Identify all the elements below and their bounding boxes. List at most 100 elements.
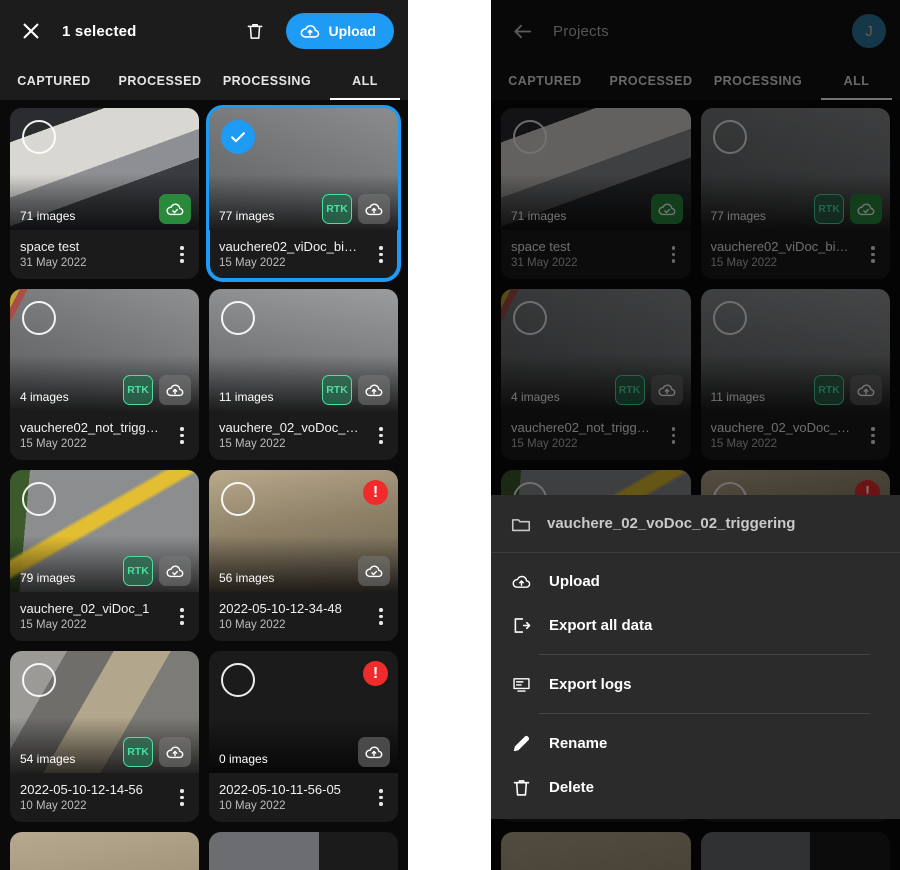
context-menu-separator xyxy=(539,654,870,655)
tab-processed[interactable]: PROCESSED xyxy=(108,62,212,100)
cloud-upload-icon[interactable] xyxy=(650,375,683,405)
selection-checkbox[interactable] xyxy=(221,663,255,697)
project-card[interactable]: ! 0 images 2022-05-10-11-56-05 10 May 2022 xyxy=(209,651,398,822)
overflow-menu-icon[interactable] xyxy=(370,419,392,453)
project-card[interactable]: 77 images RTK vauchere02_viDoc_bik… 15 May … xyxy=(700,108,890,279)
close-icon[interactable] xyxy=(14,14,48,48)
trash-icon[interactable] xyxy=(238,14,272,48)
selection-checkbox[interactable] xyxy=(22,482,56,516)
project-card[interactable]: 4 images RTK vauchere02_not_trigg… 15 May 2… xyxy=(501,289,691,460)
project-date: 15 May 2022 xyxy=(219,438,286,450)
selection-appbar: 1 selected Upload xyxy=(0,0,408,62)
project-name: vauchere_02_voDoc_0… xyxy=(219,420,366,435)
overflow-menu-icon[interactable] xyxy=(171,419,193,453)
image-count-label: 77 images xyxy=(219,209,275,223)
cloud-uploaded-icon[interactable] xyxy=(159,194,191,224)
left-project-grid: 71 images space test 31 May 2022 77 images R… xyxy=(0,100,408,870)
image-count-label: 71 images xyxy=(511,209,567,223)
project-date: 15 May 2022 xyxy=(511,438,578,450)
selection-checkbox[interactable] xyxy=(712,301,747,335)
cloud-uploaded-icon[interactable] xyxy=(650,194,683,224)
context-menu-item-export-all-data[interactable]: Export all data xyxy=(491,603,900,647)
project-date: 31 May 2022 xyxy=(511,257,578,269)
logs-icon xyxy=(509,674,533,695)
tab-processing[interactable]: PROCESSING xyxy=(703,62,813,100)
selection-checkbox[interactable] xyxy=(22,120,56,154)
overflow-menu-icon[interactable] xyxy=(370,238,392,272)
context-menu-item-delete[interactable]: Delete xyxy=(491,765,900,809)
project-card[interactable]: 54 images RTK 2022-05-10-12-14-56 10 May 20… xyxy=(10,651,199,822)
project-meta: space test 31 May 2022 xyxy=(501,230,691,279)
tab-processed[interactable]: PROCESSED xyxy=(599,62,703,100)
tab-captured[interactable]: CAPTURED xyxy=(491,62,599,100)
project-card-partial[interactable] xyxy=(10,832,199,870)
context-menu-item-upload[interactable]: Upload xyxy=(491,559,900,603)
cloud-upload-icon[interactable] xyxy=(159,737,191,767)
context-menu-item-rename[interactable]: Rename xyxy=(491,721,900,765)
project-card[interactable]: ! 56 images 2022-05-10-12-34-48 10 May 2022 xyxy=(209,470,398,641)
overflow-menu-icon[interactable] xyxy=(663,238,685,272)
image-count-label: 4 images xyxy=(511,390,560,404)
project-card[interactable]: 4 images RTK vauchere02_not_trigg… 15 May 2… xyxy=(10,289,199,460)
context-menu-item-export-logs[interactable]: Export logs xyxy=(491,662,900,706)
selection-checkbox[interactable] xyxy=(22,663,56,697)
project-card-partial[interactable] xyxy=(700,832,890,870)
project-date: 10 May 2022 xyxy=(219,619,286,631)
cloud-upload-icon[interactable] xyxy=(358,194,390,224)
selection-checkbox[interactable] xyxy=(513,120,547,154)
image-count-label: 4 images xyxy=(20,390,69,404)
tab-all[interactable]: ALL xyxy=(322,62,408,100)
overflow-menu-icon[interactable] xyxy=(862,238,884,272)
project-thumbnail xyxy=(501,832,691,870)
tab-processing[interactable]: PROCESSING xyxy=(212,62,322,100)
cloud-uploaded-icon[interactable] xyxy=(358,556,390,586)
selection-checkbox-checked[interactable] xyxy=(221,120,255,154)
project-card[interactable]: 71 images space test 31 May 2022 xyxy=(10,108,199,279)
overflow-menu-icon[interactable] xyxy=(663,419,685,453)
project-card-partial[interactable] xyxy=(209,832,398,870)
project-card[interactable]: 71 images space test 31 May 2022 xyxy=(501,108,691,279)
context-menu-item-label: Delete xyxy=(549,778,595,796)
project-name: vauchere02_viDoc_bik… xyxy=(219,239,364,254)
project-date: 31 May 2022 xyxy=(20,257,87,269)
project-thumbnail: 77 images RTK xyxy=(700,108,890,230)
arrow-back-icon[interactable] xyxy=(505,14,539,48)
upload-button[interactable]: Upload xyxy=(285,13,394,49)
project-meta: vauchere02_not_trigg… 15 May 2022 xyxy=(501,411,691,460)
selection-checkbox[interactable] xyxy=(712,120,747,154)
status-badges: RTK xyxy=(123,737,191,767)
overflow-menu-icon[interactable] xyxy=(862,419,884,453)
project-card[interactable]: 79 images RTK vauchere_02_viDoc_1 15 May 20… xyxy=(10,470,199,641)
selection-checkbox[interactable] xyxy=(22,301,56,335)
cloud-upload-icon[interactable] xyxy=(850,375,882,405)
status-badges: RTK xyxy=(322,375,390,405)
project-card-partial[interactable] xyxy=(501,832,691,870)
cloud-uploaded-icon[interactable] xyxy=(159,556,191,586)
overflow-menu-icon[interactable] xyxy=(171,238,193,272)
tab-captured[interactable]: CAPTURED xyxy=(0,62,108,100)
overflow-menu-icon[interactable] xyxy=(370,781,392,815)
error-badge: ! xyxy=(363,661,388,686)
right-phone-panel: Projects J CAPTURED PROCESSED PROCESSING… xyxy=(491,0,900,870)
context-menu-item-label: Rename xyxy=(549,734,608,752)
overflow-menu-icon[interactable] xyxy=(171,600,193,634)
cloud-upload-icon[interactable] xyxy=(159,375,191,405)
tab-all[interactable]: ALL xyxy=(813,62,900,100)
project-meta: vauchere02_viDoc_bik… 15 May 2022 xyxy=(209,230,398,279)
cloud-uploaded-icon[interactable] xyxy=(850,194,882,224)
right-tabbar: CAPTURED PROCESSED PROCESSING ALL xyxy=(491,62,900,100)
project-card[interactable]: 11 images RTK vauchere_02_voDoc_0… 15 May 2… xyxy=(209,289,398,460)
project-meta: 2022-05-10-11-56-05 10 May 2022 xyxy=(209,773,398,822)
avatar[interactable]: J xyxy=(852,14,886,48)
overflow-menu-icon[interactable] xyxy=(370,600,392,634)
project-card[interactable]: 11 images RTK vauchere_02_voDoc_0… 15 May 2… xyxy=(700,289,890,460)
selection-checkbox[interactable] xyxy=(221,301,255,335)
selection-checkbox[interactable] xyxy=(221,482,255,516)
overflow-menu-icon[interactable] xyxy=(171,781,193,815)
selection-checkbox[interactable] xyxy=(513,301,547,335)
project-date: 10 May 2022 xyxy=(219,800,286,812)
project-name: 2022-05-10-11-56-05 xyxy=(219,782,341,797)
project-card[interactable]: 77 images RTK vauchere02_viDoc_bik… 15 May … xyxy=(206,105,401,282)
cloud-upload-icon[interactable] xyxy=(358,737,390,767)
cloud-upload-icon[interactable] xyxy=(358,375,390,405)
